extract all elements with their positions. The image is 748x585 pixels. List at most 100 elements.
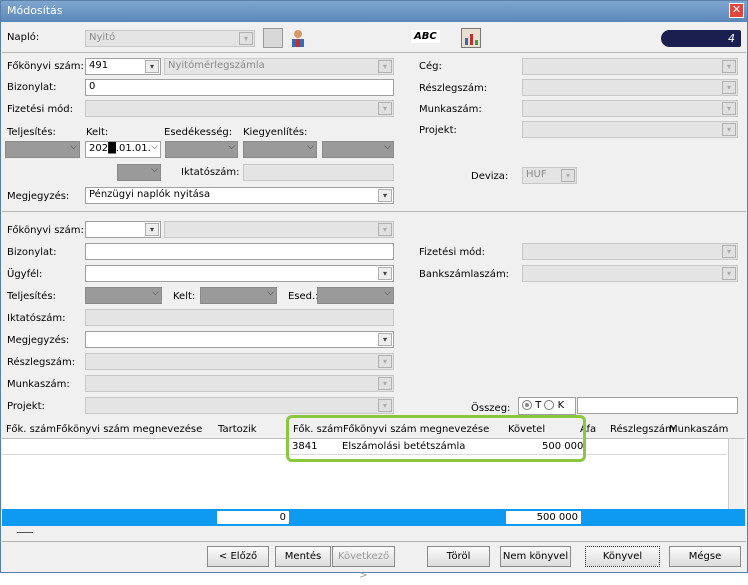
fokonyvi-select[interactable]: 491 ▾ (85, 58, 161, 75)
radio-t-label: T (535, 400, 542, 411)
chevron-down-icon: ▾ (378, 60, 392, 73)
not-book-button[interactable]: Nem könyvel (500, 546, 571, 567)
naplo-select[interactable]: Nyitó ▾ (85, 30, 255, 47)
bank-select[interactable]: ▾ (522, 265, 738, 282)
kiegyenlites-label: Kiegyenlítés: (243, 127, 308, 138)
ugyfel-select[interactable]: ▾ (85, 265, 394, 282)
chevron-down-icon: ⌵ (384, 142, 391, 152)
megjegyzes-select[interactable]: Pénzügyi naplók nyitása ▾ (85, 187, 394, 204)
chevron-down-icon: ▾ (378, 333, 392, 346)
bizonylat-value: 0 (89, 81, 96, 92)
megjegyzes-value: Pénzügyi naplók nyitása (89, 189, 211, 200)
chevron-down-icon: ▾ (378, 267, 392, 280)
grid-scrollbar[interactable] (728, 439, 744, 509)
kelt-date[interactable]: 202█.01.01. ⌵ (85, 141, 161, 158)
title-bar: Módosítás ✕ (1, 1, 747, 22)
fokonyvi-name-select[interactable]: Nyitómérlegszámla ▾ (164, 58, 394, 75)
detail-fokonyvi-name[interactable]: ▾ (164, 221, 394, 238)
chevron-down-icon: ⌵ (307, 142, 314, 152)
next-button[interactable]: Következő > (332, 546, 395, 581)
detail-bizonylat-input[interactable] (85, 243, 394, 260)
chevron-down-icon: ▾ (722, 60, 736, 73)
chevron-down-icon: ▾ (378, 223, 392, 236)
detail-kelt-date[interactable]: ⌵ (200, 287, 277, 304)
detail-projekt-label: Projekt: (7, 401, 45, 412)
detail-fizetesi-label: Fizetési mód: (419, 247, 486, 258)
detail-teljesites-date[interactable]: ⌵ (85, 287, 162, 304)
osszeg-input[interactable] (577, 397, 738, 414)
fokonyvi-value: 491 (89, 60, 109, 71)
reszleg-select[interactable]: ▾ (522, 79, 738, 96)
detail-munka-label: Munkaszám: (7, 379, 70, 390)
chevron-down-icon: ▾ (378, 189, 392, 202)
detail-esed-label: Esed.: (288, 291, 319, 302)
col-munka[interactable]: Munkaszám (669, 424, 728, 435)
chevron-down-icon: ⌵ (70, 142, 77, 152)
chevron-down-icon: ▾ (722, 81, 736, 94)
esedekesseg-date[interactable]: ⌵ (165, 141, 238, 158)
chevron-down-icon: ⌵ (267, 288, 274, 298)
divider (2, 52, 746, 53)
chevron-down-icon: ▾ (145, 60, 159, 73)
prev-button[interactable]: < Előző (207, 546, 269, 567)
chevron-down-icon: ▾ (145, 223, 159, 236)
detail-reszleg-label: Részlegszám: (7, 357, 76, 368)
detail-fizetesi-select[interactable]: ▾ (522, 243, 738, 260)
reszleg-label: Részlegszám: (419, 83, 488, 94)
detail-fokonyvi-select[interactable]: ▾ (85, 221, 161, 238)
user-icon[interactable] (288, 28, 308, 48)
book-button[interactable]: Könyvel (585, 546, 660, 567)
ceg-select[interactable]: ▾ (522, 58, 738, 75)
teljesites-date[interactable]: ⌵ (5, 141, 80, 158)
detail-fokonyvi-label: Főkönyvi szám: (7, 225, 84, 236)
kiegyenlites-extra[interactable]: ⌵ (322, 141, 394, 158)
kiegyenlites-date[interactable]: ⌵ (243, 141, 317, 158)
iktatoszam-label: Iktatószám: (181, 167, 240, 178)
chart-icon[interactable] (461, 28, 481, 48)
ceg-label: Cég: (419, 61, 442, 72)
munka-label: Munkaszám: (419, 104, 482, 115)
deviza-value: HUF (526, 169, 547, 180)
radio-t[interactable] (522, 400, 532, 410)
col-left-name[interactable]: Főkönyvi szám megnevezése (56, 424, 202, 435)
deviza-label: Deviza: (471, 171, 509, 182)
radio-k-label: K (557, 400, 565, 411)
detail-munka-select[interactable]: ▾ (85, 375, 394, 392)
detail-esed-date[interactable]: ⌵ (317, 287, 394, 304)
col-left-tartozik[interactable]: Tartozik (218, 424, 257, 435)
delete-button[interactable]: Töröl (427, 546, 490, 567)
col-reszleg[interactable]: Részlegszám (610, 424, 675, 435)
resize-grip[interactable] (17, 532, 33, 533)
osszeg-label: Összeg: (471, 403, 511, 414)
small-combo[interactable]: ⌵ (117, 164, 161, 181)
modositas-window: Módosítás ✕ Napló: Nyitó ▾ ABC 4 Főkönyv… (0, 0, 748, 581)
fizetesi-select[interactable]: ▾ (85, 100, 394, 117)
iktatoszam-input[interactable] (243, 164, 394, 181)
detail-projekt-select[interactable]: ▾ (85, 397, 394, 414)
radio-k[interactable] (544, 400, 555, 410)
detail-reszleg-select[interactable]: ▾ (85, 353, 394, 370)
detail-bizonylat-label: Bizonylat: (7, 247, 57, 258)
save-button[interactable]: Mentés (275, 546, 331, 567)
bizonylat-input[interactable]: 0 (85, 79, 394, 96)
chevron-down-icon: ▾ (722, 245, 736, 258)
col-left-fok[interactable]: Fők. szám (6, 424, 56, 435)
deviza-select[interactable]: HUF ▾ (522, 167, 577, 184)
kelt-label: Kelt: (86, 127, 109, 138)
detail-megjegyzes-select[interactable]: ▾ (85, 331, 394, 348)
fokonyvi-name: Nyitómérlegszámla (168, 60, 265, 71)
close-button[interactable]: ✕ (729, 3, 744, 18)
projekt-select[interactable]: ▾ (522, 121, 738, 138)
fokonyvi-label: Főkönyvi szám: (7, 61, 84, 72)
naplo-label: Napló: (7, 32, 40, 43)
chevron-down-icon: ▾ (722, 123, 736, 136)
record-counter: 4 (661, 30, 741, 47)
munka-select[interactable]: ▾ (522, 100, 738, 117)
detail-megjegyzes-label: Megjegyzés: (7, 335, 70, 346)
total-tartozik: 0 (217, 511, 289, 524)
detail-iktatoszam-input[interactable] (85, 309, 394, 326)
bank-label: Bankszámlaszám: (419, 269, 510, 280)
abc-spellcheck-icon[interactable]: ABC (411, 30, 440, 43)
cancel-button[interactable]: Mégse (669, 546, 741, 567)
document-list-icon[interactable] (263, 28, 283, 48)
